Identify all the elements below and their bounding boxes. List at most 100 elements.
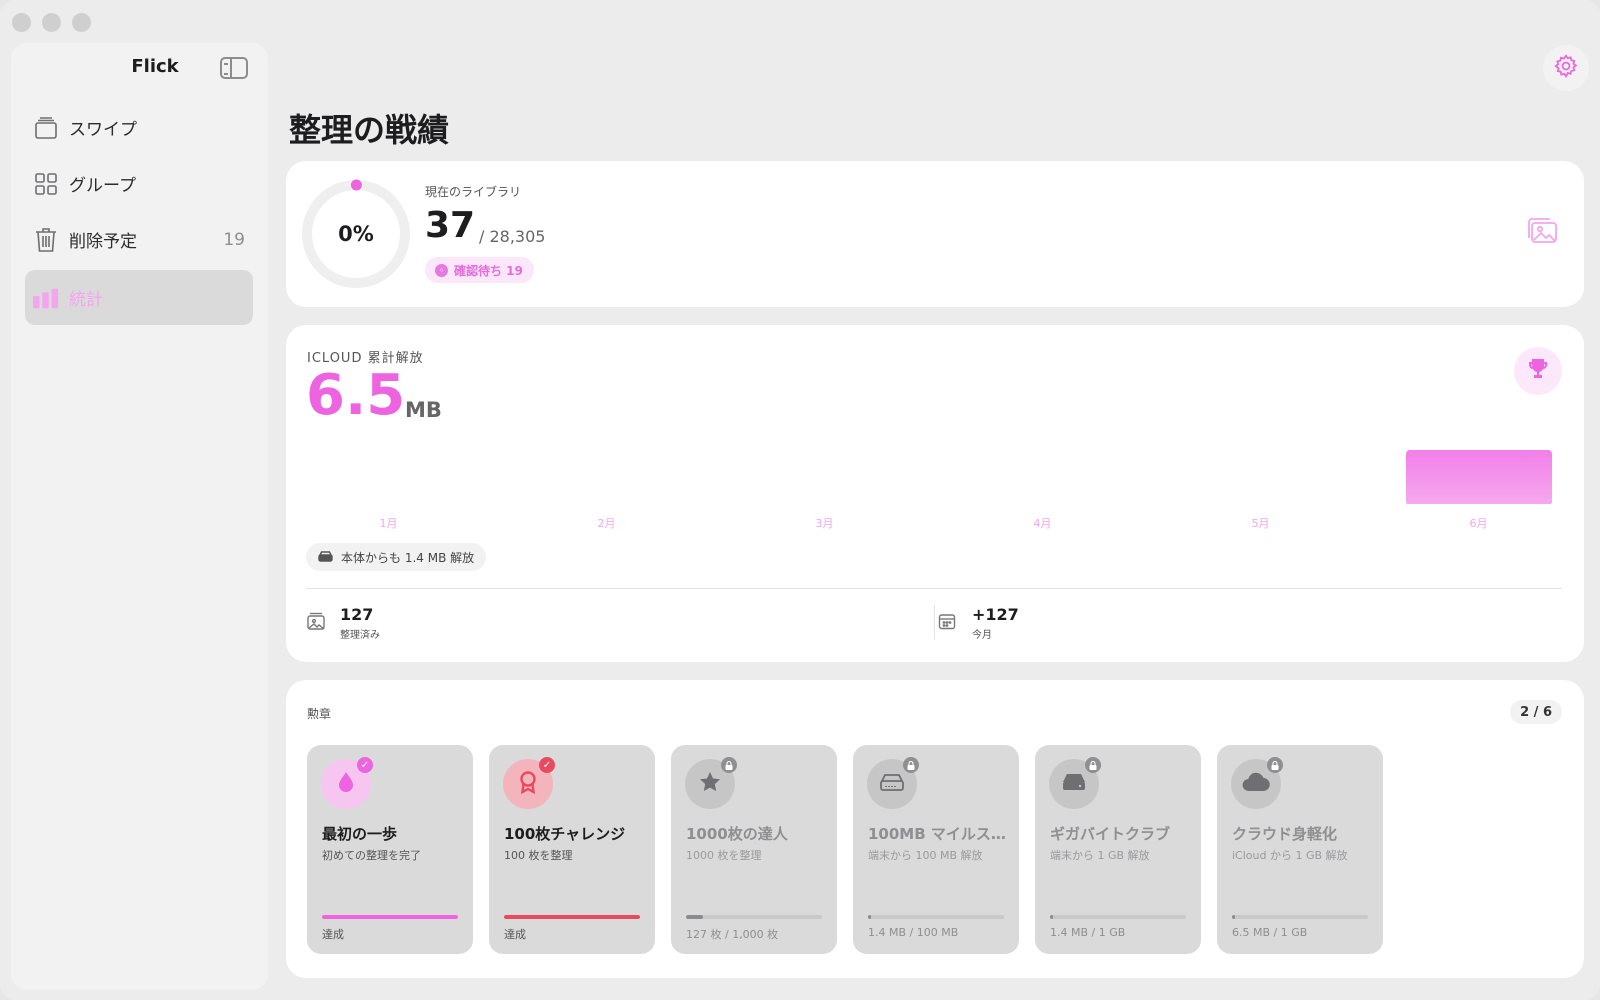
drop-icon [337, 771, 355, 797]
badge-gigabyte-club[interactable]: ギガバイトクラブ 端末から 1 GB 解放 1.4 MB / 1 GB [1035, 745, 1201, 954]
checkmark-icon: ✓ [357, 757, 373, 773]
photo-icon [306, 612, 328, 634]
badge-progress [1050, 915, 1186, 919]
badge-desc: 1000 枚を整理 [686, 849, 762, 862]
icloud-freed-unit: MB [405, 398, 442, 422]
bar-chart-icon [33, 285, 59, 311]
badge-name: 1000枚の達人 [686, 825, 788, 843]
badge-name: ギガバイトクラブ [1050, 825, 1171, 843]
drive-icon [879, 772, 905, 796]
badge-progress-fill [1050, 915, 1053, 919]
harddisk-icon [1061, 772, 1087, 796]
sidebar-item-scheduled-delete[interactable]: 削除予定 19 [25, 212, 253, 267]
lock-icon [1085, 757, 1101, 773]
badge-name: クラウド身軽化 [1232, 825, 1338, 843]
x-tick-label: 4月 [1033, 517, 1052, 530]
gear-icon [1553, 53, 1579, 83]
stat-value: 127 [340, 605, 374, 624]
page-title: 整理の戦績 [289, 111, 450, 149]
trash-icon [33, 227, 59, 253]
badge-desc: 100 枚を整理 [504, 849, 573, 862]
badge-desc: 端末から 100 MB 解放 [868, 849, 983, 862]
sidebar-item-count: 19 [223, 229, 245, 250]
library-total: / 28,305 [479, 227, 546, 246]
trophy-icon [1526, 357, 1550, 385]
lock-icon [903, 757, 919, 773]
stat-caption: 今月 [972, 630, 992, 641]
lock-icon [721, 757, 737, 773]
sidebar-item-label: スワイプ [69, 120, 137, 140]
library-caption: 現在のライブラリ [425, 185, 522, 199]
settings-button[interactable] [1543, 45, 1589, 91]
badge-progress [1232, 915, 1368, 919]
badge-first-step[interactable]: ✓ 最初の一歩 初めての整理を完了 達成 [307, 745, 473, 954]
stat-organized: 127 整理済み [306, 605, 380, 641]
cards-icon [33, 115, 59, 141]
library-percent: 0% [338, 222, 374, 246]
badge-desc: 初めての整理を完了 [322, 849, 421, 862]
badge-100-challenge[interactable]: ✓ 100枚チャレンジ 100 枚を整理 達成 [489, 745, 655, 954]
minimize-window-button[interactable] [42, 13, 61, 32]
pending-label: 確認待ち 19 [454, 263, 523, 278]
sidebar-item-group[interactable]: グループ [25, 156, 253, 211]
badge-progress [322, 915, 458, 919]
sidebar-item-label: 統計 [69, 290, 103, 310]
badge-progress [504, 915, 640, 919]
badges-count: 2 / 6 [1510, 700, 1562, 724]
x-tick-label: 3月 [815, 517, 834, 530]
badge-progress-fill [504, 915, 640, 919]
chart-bar [1405, 450, 1552, 504]
badge-100mb-milestone[interactable]: 100MB マイルス… 端末から 100 MB 解放 1.4 MB / 100 … [853, 745, 1019, 954]
monthly-freed-chart: 1月 2月 3月 4月 5月 6月 [306, 445, 1560, 535]
trophy-button[interactable] [1514, 347, 1562, 395]
badge-name: 100枚チャレンジ [504, 825, 626, 843]
badge-status: 達成 [322, 928, 344, 941]
badges-card: 勲章 2 / 6 ✓ 最初の一歩 初めての整理を完了 達成 ✓ 100枚チャレン… [286, 680, 1584, 978]
app-window: Flick スワイプ グループ 削除予定 19 統計 整理の戦績 0% 現在のラ… [0, 0, 1600, 1000]
sidebar: Flick スワイプ グループ 削除予定 19 統計 [11, 43, 268, 990]
divider [934, 605, 935, 639]
window-controls [12, 13, 91, 32]
badge-name: 100MB マイルス… [868, 825, 1006, 843]
badge-progress-fill [322, 915, 458, 919]
harddisk-icon [318, 550, 333, 565]
badge-1000-master[interactable]: 1000枚の達人 1000 枚を整理 127 枚 / 1,000 枚 [671, 745, 837, 954]
badge-progress-fill [868, 915, 871, 919]
lock-icon [1267, 757, 1283, 773]
sidebar-toggle-icon[interactable] [220, 57, 248, 79]
calendar-icon [938, 612, 960, 634]
x-tick-label: 5月 [1251, 517, 1270, 530]
badge-status: 127 枚 / 1,000 枚 [686, 928, 779, 941]
icloud-card: ICLOUD 累計解放 6.5 MB 1月 2月 3月 4月 5月 6月 本体からも 1.… [286, 325, 1584, 662]
sidebar-item-label: 削除予定 [69, 232, 137, 252]
pending-review-badge[interactable]: ◦ 確認待ち 19 [425, 257, 534, 283]
zoom-window-button[interactable] [72, 13, 91, 32]
checkmark-icon: ✓ [539, 757, 555, 773]
library-count: 37 [425, 205, 476, 246]
divider [306, 588, 1562, 589]
device-freed-label: 本体からも 1.4 MB 解放 [341, 550, 475, 565]
star-icon [698, 770, 722, 798]
badge-status: 6.5 MB / 1 GB [1232, 926, 1308, 939]
sidebar-item-stats[interactable]: 統計 [25, 270, 253, 325]
badge-desc: iCloud から 1 GB 解放 [1232, 849, 1348, 862]
badge-cloud-lighten[interactable]: クラウド身軽化 iCloud から 1 GB 解放 6.5 MB / 1 GB [1217, 745, 1383, 954]
stat-caption: 整理済み [340, 630, 380, 641]
badges-title: 勲章 [307, 707, 332, 721]
sidebar-item-swipe[interactable]: スワイプ [25, 100, 253, 155]
library-card: 0% 現在のライブラリ 37 / 28,305 ◦ 確認待ち 19 [286, 161, 1584, 307]
pending-icon: ◦ [435, 263, 448, 277]
stat-value: +127 [972, 605, 1019, 624]
ribbon-icon [518, 770, 538, 798]
grid-icon [33, 171, 59, 197]
close-window-button[interactable] [12, 13, 31, 32]
badge-status: 達成 [504, 928, 526, 941]
x-tick-label: 2月 [597, 517, 616, 530]
badge-status: 1.4 MB / 100 MB [868, 926, 959, 939]
cloud-icon [1242, 772, 1270, 796]
badge-status: 1.4 MB / 1 GB [1050, 926, 1126, 939]
stat-this-month: +127 今月 [938, 605, 1019, 641]
badge-progress-fill [686, 915, 704, 919]
badge-desc: 端末から 1 GB 解放 [1050, 849, 1150, 862]
sidebar-item-label: グループ [69, 176, 136, 196]
